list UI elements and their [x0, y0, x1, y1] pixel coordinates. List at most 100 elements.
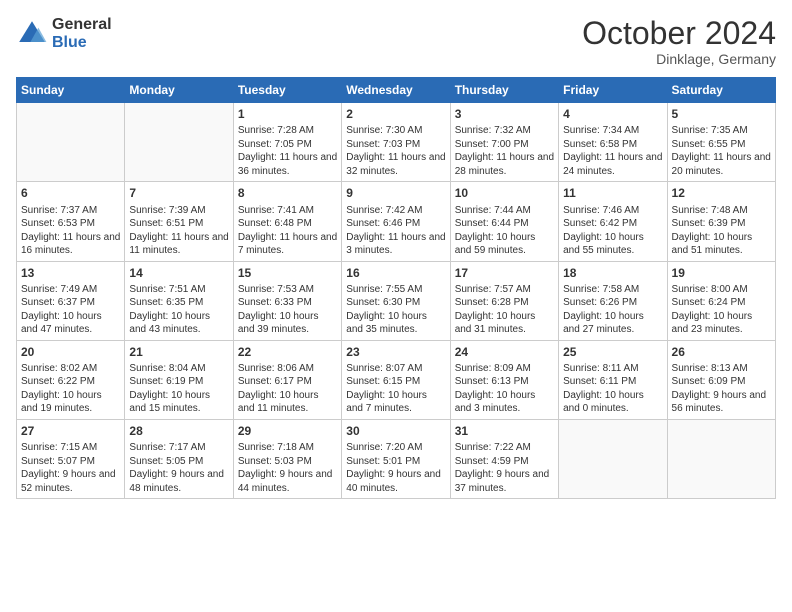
day-info: Sunrise: 7:41 AM Sunset: 6:48 PM Dayligh… [238, 204, 337, 258]
day-cell-1-2: 8 Sunrise: 7:41 AM Sunset: 6:48 PM Daylig… [233, 182, 341, 261]
day-number: 17 [455, 265, 554, 281]
week-row-4: 20Sunrise: 8:02 AM Sunset: 6:22 PM Dayli… [17, 340, 776, 419]
logo-icon [16, 18, 48, 50]
day-info: Sunrise: 8:02 AM Sunset: 6:22 PM Dayligh… [21, 362, 120, 416]
day-number: 7 [129, 185, 228, 201]
col-friday: Friday [559, 78, 667, 103]
day-number: 18 [563, 265, 662, 281]
day-cell-0-6: 5 Sunrise: 7:35 AM Sunset: 6:55 PM Daylig… [667, 103, 775, 182]
day-number: 15 [238, 265, 337, 281]
day-info: Sunrise: 7:51 AM Sunset: 6:35 PM Dayligh… [129, 283, 228, 337]
week-row-5: 27Sunrise: 7:15 AM Sunset: 5:07 PM Dayli… [17, 419, 776, 498]
day-info: Sunrise: 8:09 AM Sunset: 6:13 PM Dayligh… [455, 362, 554, 416]
day-info: Sunrise: 8:06 AM Sunset: 6:17 PM Dayligh… [238, 362, 337, 416]
day-cell-0-0 [17, 103, 125, 182]
day-number: 22 [238, 344, 337, 360]
day-cell-2-0: 13Sunrise: 7:49 AM Sunset: 6:37 PM Dayli… [17, 261, 125, 340]
day-number: 16 [346, 265, 445, 281]
day-info: Sunrise: 7:17 AM Sunset: 5:05 PM Dayligh… [129, 441, 228, 495]
day-number: 8 [238, 185, 337, 201]
day-cell-1-5: 11 Sunrise: 7:46 AM Sunset: 6:42 PM Dayli… [559, 182, 667, 261]
day-info: Sunrise: 8:00 AM Sunset: 6:24 PM Dayligh… [672, 283, 771, 337]
day-cell-4-0: 27Sunrise: 7:15 AM Sunset: 5:07 PM Dayli… [17, 419, 125, 498]
col-thursday: Thursday [450, 78, 558, 103]
day-number: 30 [346, 423, 445, 439]
day-cell-1-0: 6 Sunrise: 7:37 AM Sunset: 6:53 PM Daylig… [17, 182, 125, 261]
day-cell-2-3: 16 Sunrise: 7:55 AM Sunset: 6:30 PM Dayli… [342, 261, 450, 340]
day-number: 14 [129, 265, 228, 281]
day-cell-0-3: 2 Sunrise: 7:30 AM Sunset: 7:03 PM Daylig… [342, 103, 450, 182]
day-number: 5 [672, 106, 771, 122]
day-info: Sunrise: 7:20 AM Sunset: 5:01 PM Dayligh… [346, 441, 445, 495]
logo: General Blue [16, 16, 112, 51]
day-info: Sunrise: 7:22 AM Sunset: 4:59 PM Dayligh… [455, 441, 554, 495]
day-number: 24 [455, 344, 554, 360]
day-info: Sunrise: 7:57 AM Sunset: 6:28 PM Dayligh… [455, 283, 554, 337]
day-cell-0-2: 1 Sunrise: 7:28 AM Sunset: 7:05 PM Daylig… [233, 103, 341, 182]
day-info: Sunrise: 7:39 AM Sunset: 6:51 PM Dayligh… [129, 204, 228, 258]
day-number: 11 [563, 185, 662, 201]
day-info: Sunrise: 7:42 AM Sunset: 6:46 PM Dayligh… [346, 204, 445, 258]
day-cell-4-5 [559, 419, 667, 498]
day-info: Sunrise: 7:37 AM Sunset: 6:53 PM Dayligh… [21, 204, 120, 258]
day-cell-4-6 [667, 419, 775, 498]
week-row-1: 1 Sunrise: 7:28 AM Sunset: 7:05 PM Daylig… [17, 103, 776, 182]
day-number: 29 [238, 423, 337, 439]
page: General Blue October 2024 Dinklage, Germ… [0, 0, 792, 612]
day-number: 31 [455, 423, 554, 439]
logo-general: General [52, 16, 112, 33]
day-info: Sunrise: 7:28 AM Sunset: 7:05 PM Dayligh… [238, 124, 337, 178]
day-cell-1-4: 10Sunrise: 7:44 AM Sunset: 6:44 PM Dayli… [450, 182, 558, 261]
day-info: Sunrise: 7:46 AM Sunset: 6:42 PM Dayligh… [563, 204, 662, 258]
day-cell-2-1: 14 Sunrise: 7:51 AM Sunset: 6:35 PM Dayli… [125, 261, 233, 340]
day-cell-1-1: 7 Sunrise: 7:39 AM Sunset: 6:51 PM Daylig… [125, 182, 233, 261]
day-info: Sunrise: 7:30 AM Sunset: 7:03 PM Dayligh… [346, 124, 445, 178]
day-number: 12 [672, 185, 771, 201]
day-info: Sunrise: 7:44 AM Sunset: 6:44 PM Dayligh… [455, 204, 554, 258]
day-info: Sunrise: 8:04 AM Sunset: 6:19 PM Dayligh… [129, 362, 228, 416]
day-number: 23 [346, 344, 445, 360]
day-cell-0-4: 3Sunrise: 7:32 AM Sunset: 7:00 PM Daylig… [450, 103, 558, 182]
day-number: 19 [672, 265, 771, 281]
day-number: 6 [21, 185, 120, 201]
day-info: Sunrise: 7:34 AM Sunset: 6:58 PM Dayligh… [563, 124, 662, 178]
calendar-header-row: Sunday Monday Tuesday Wednesday Thursday… [17, 78, 776, 103]
location: Dinklage, Germany [582, 51, 776, 67]
day-number: 21 [129, 344, 228, 360]
day-number: 13 [21, 265, 120, 281]
day-cell-3-5: 25Sunrise: 8:11 AM Sunset: 6:11 PM Dayli… [559, 340, 667, 419]
day-info: Sunrise: 7:15 AM Sunset: 5:07 PM Dayligh… [21, 441, 120, 495]
day-cell-0-1 [125, 103, 233, 182]
col-wednesday: Wednesday [342, 78, 450, 103]
day-info: Sunrise: 7:53 AM Sunset: 6:33 PM Dayligh… [238, 283, 337, 337]
day-number: 26 [672, 344, 771, 360]
day-number: 1 [238, 106, 337, 122]
day-info: Sunrise: 7:35 AM Sunset: 6:55 PM Dayligh… [672, 124, 771, 178]
day-number: 9 [346, 185, 445, 201]
day-info: Sunrise: 7:58 AM Sunset: 6:26 PM Dayligh… [563, 283, 662, 337]
week-row-3: 13Sunrise: 7:49 AM Sunset: 6:37 PM Dayli… [17, 261, 776, 340]
day-number: 28 [129, 423, 228, 439]
day-info: Sunrise: 7:18 AM Sunset: 5:03 PM Dayligh… [238, 441, 337, 495]
col-saturday: Saturday [667, 78, 775, 103]
day-info: Sunrise: 8:13 AM Sunset: 6:09 PM Dayligh… [672, 362, 771, 416]
day-cell-4-2: 29 Sunrise: 7:18 AM Sunset: 5:03 PM Dayli… [233, 419, 341, 498]
day-cell-4-4: 31 Sunrise: 7:22 AM Sunset: 4:59 PM Dayli… [450, 419, 558, 498]
day-cell-4-1: 28 Sunrise: 7:17 AM Sunset: 5:05 PM Dayli… [125, 419, 233, 498]
day-cell-3-3: 23 Sunrise: 8:07 AM Sunset: 6:15 PM Dayli… [342, 340, 450, 419]
month-title: October 2024 [582, 16, 776, 51]
title-block: October 2024 Dinklage, Germany [582, 16, 776, 67]
day-info: Sunrise: 7:48 AM Sunset: 6:39 PM Dayligh… [672, 204, 771, 258]
calendar-table: Sunday Monday Tuesday Wednesday Thursday… [16, 77, 776, 499]
day-cell-1-6: 12 Sunrise: 7:48 AM Sunset: 6:39 PM Dayli… [667, 182, 775, 261]
day-info: Sunrise: 7:55 AM Sunset: 6:30 PM Dayligh… [346, 283, 445, 337]
day-number: 4 [563, 106, 662, 122]
day-info: Sunrise: 7:32 AM Sunset: 7:00 PM Dayligh… [455, 124, 554, 178]
day-cell-1-3: 9 Sunrise: 7:42 AM Sunset: 6:46 PM Daylig… [342, 182, 450, 261]
day-number: 2 [346, 106, 445, 122]
day-cell-2-4: 17 Sunrise: 7:57 AM Sunset: 6:28 PM Dayli… [450, 261, 558, 340]
col-sunday: Sunday [17, 78, 125, 103]
day-info: Sunrise: 8:07 AM Sunset: 6:15 PM Dayligh… [346, 362, 445, 416]
day-cell-3-4: 24 Sunrise: 8:09 AM Sunset: 6:13 PM Dayli… [450, 340, 558, 419]
col-tuesday: Tuesday [233, 78, 341, 103]
